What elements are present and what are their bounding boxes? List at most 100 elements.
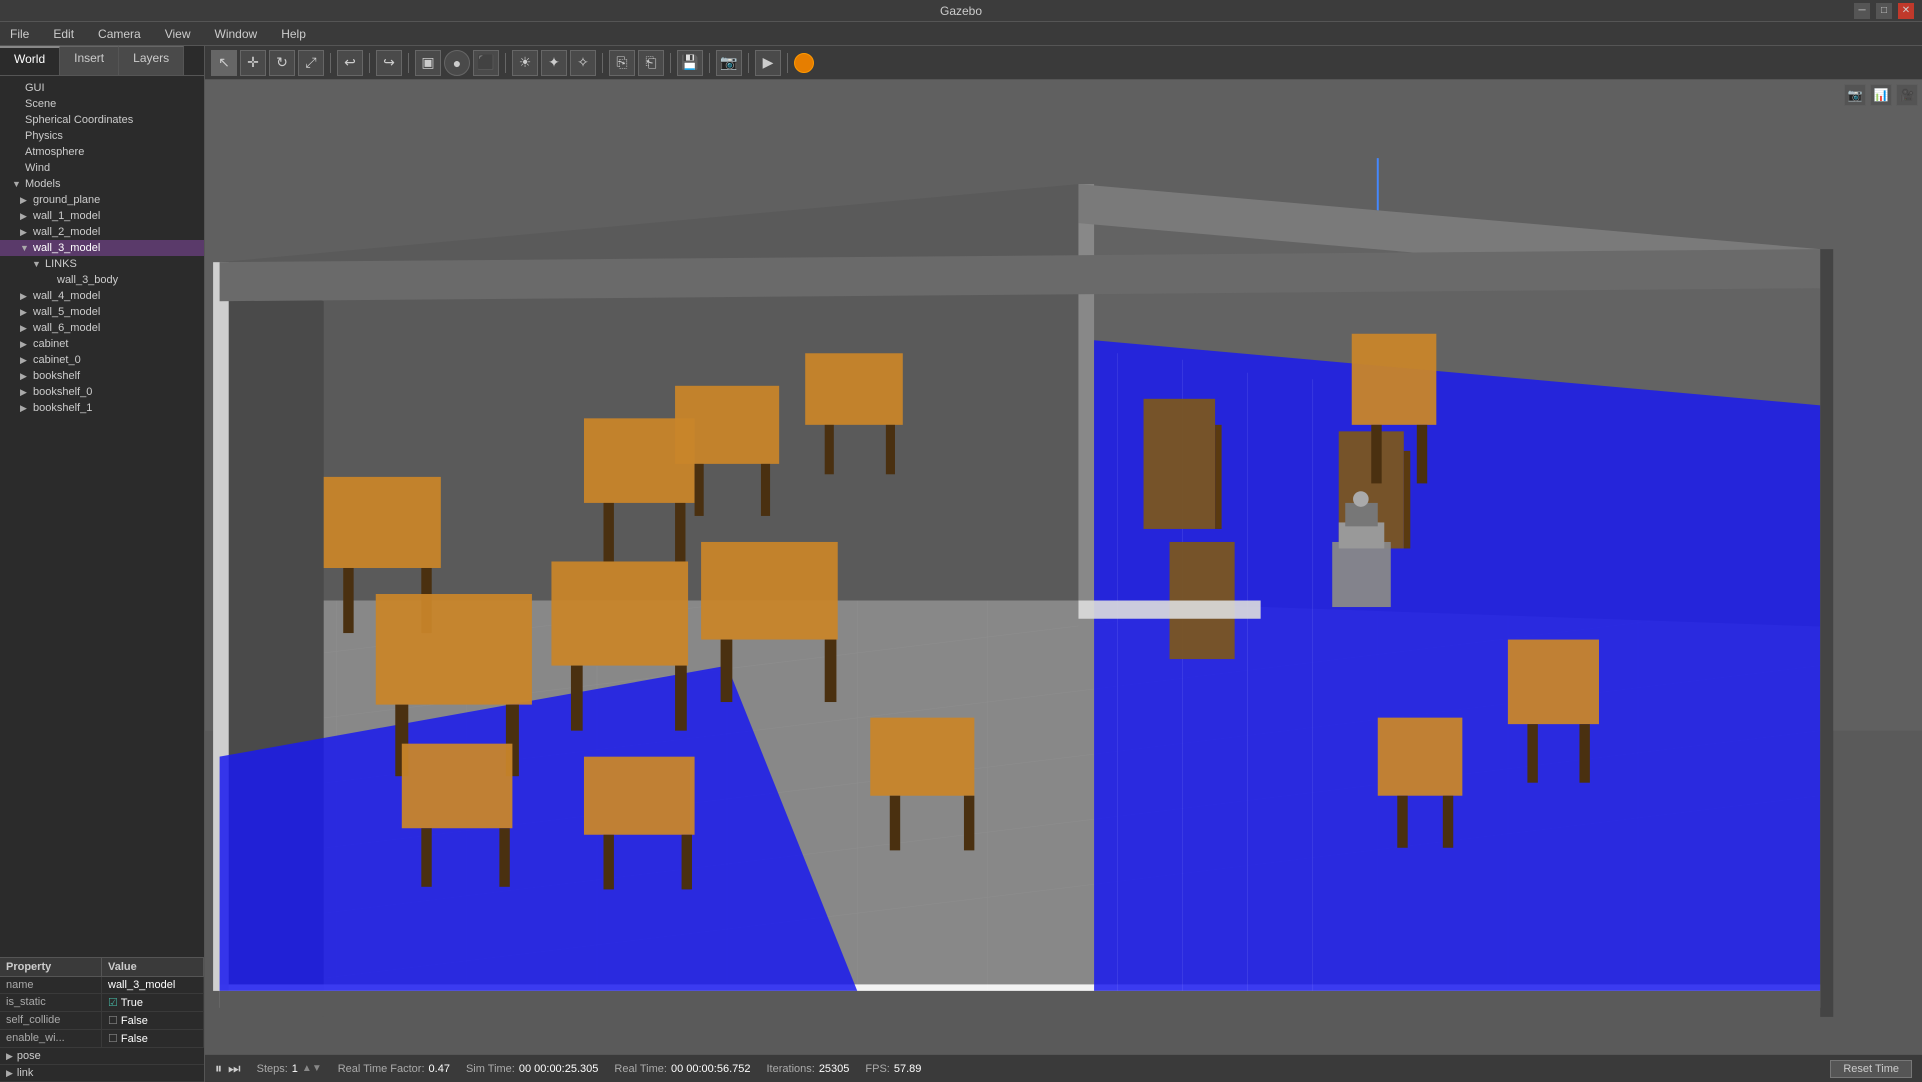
prop-key-name: name [0, 977, 102, 993]
props-row-name[interactable]: name wall_3_model [0, 977, 204, 994]
tree-item-spherical-coords[interactable]: Spherical Coordinates [0, 112, 204, 128]
step-forward-button[interactable]: ⏭ [228, 1060, 241, 1077]
rotate-tool-button[interactable]: ↻ [269, 50, 295, 76]
camera-vp-icon[interactable]: 🎥 [1896, 84, 1918, 106]
tree-item-bookshelf[interactable]: ▶bookshelf [0, 368, 204, 384]
fps-display: FPS: 57.89 [865, 1063, 921, 1075]
tree-item-links[interactable]: ▼LINKS [0, 256, 204, 272]
save-world-button[interactable]: 💾 [677, 50, 703, 76]
tab-layers[interactable]: Layers [119, 46, 184, 75]
scale-tool-button[interactable]: ⤢ [298, 50, 324, 76]
undo-button[interactable]: ↩ [337, 50, 363, 76]
tree-item-bookshelf-1[interactable]: ▶bookshelf_1 [0, 400, 204, 416]
dir-light-button[interactable]: ✧ [570, 50, 596, 76]
props-col-value: Value [102, 958, 204, 976]
copy-button[interactable]: ⎘ [609, 50, 635, 76]
sep1 [330, 53, 331, 73]
paste-button[interactable]: ⎗ [638, 50, 664, 76]
props-row-pose[interactable]: ▶ pose [0, 1048, 204, 1065]
arrow-wall-4: ▶ [20, 291, 30, 302]
tree-item-gui[interactable]: GUI [0, 80, 204, 96]
arrow-bookshelf-0: ▶ [20, 387, 30, 398]
screenshot-button[interactable]: 📷 [716, 50, 742, 76]
tree-item-wall-4-model[interactable]: ▶wall_4_model [0, 288, 204, 304]
tree-item-ground-plane[interactable]: ▶ground_plane [0, 192, 204, 208]
play-controls: ⏸ ⏭ [215, 1060, 241, 1077]
tree-item-wall-6-model[interactable]: ▶wall_6_model [0, 320, 204, 336]
tab-insert[interactable]: Insert [60, 46, 119, 75]
sep3 [408, 53, 409, 73]
restore-button[interactable]: □ [1876, 3, 1892, 19]
arrow-bookshelf-1: ▶ [20, 403, 30, 414]
properties-panel: Property Value name wall_3_model is_stat… [0, 957, 204, 1082]
arrow-wall-5: ▶ [20, 307, 30, 318]
tree-item-cabinet-0[interactable]: ▶cabinet_0 [0, 352, 204, 368]
props-row-self-collide[interactable]: self_collide ☐ False [0, 1012, 204, 1030]
sphere-button[interactable]: ● [444, 50, 470, 76]
window-title: Gazebo [940, 4, 982, 18]
redo-button[interactable]: ↪ [376, 50, 402, 76]
tree-item-cabinet[interactable]: ▶cabinet [0, 336, 204, 352]
minimize-button[interactable]: ─ [1854, 3, 1870, 19]
record-button[interactable]: ▶ [755, 50, 781, 76]
iterations-label: Iterations: [767, 1063, 815, 1075]
simtime-display: Sim Time: 00 00:00:25.305 [466, 1063, 598, 1075]
menu-window[interactable]: Window [209, 25, 264, 43]
menu-edit[interactable]: Edit [47, 25, 80, 43]
tree-item-wind[interactable]: Wind [0, 160, 204, 176]
box-button[interactable]: ▣ [415, 50, 441, 76]
spot-light-button[interactable]: ✦ [541, 50, 567, 76]
world-tree: GUI Scene Spherical Coordinates Physics … [0, 76, 204, 957]
arrow-wall-2: ▶ [20, 227, 30, 238]
props-row-link[interactable]: ▶ link [0, 1065, 204, 1082]
prop-key-pose: pose [17, 1050, 41, 1062]
tree-item-physics[interactable]: Physics [0, 128, 204, 144]
cylinder-button[interactable]: ⬛ [473, 50, 499, 76]
scene-view [205, 80, 1922, 1082]
color-button[interactable] [794, 53, 814, 73]
arrow-wall-6: ▶ [20, 323, 30, 334]
tree-item-scene[interactable]: Scene [0, 96, 204, 112]
tree-item-wall-2-model[interactable]: ▶wall_2_model [0, 224, 204, 240]
arrow-bookshelf: ▶ [20, 371, 30, 382]
tree-item-wall-3-body[interactable]: wall_3_body [0, 272, 204, 288]
tree-item-atmosphere[interactable]: Atmosphere [0, 144, 204, 160]
close-button[interactable]: ✕ [1898, 3, 1914, 19]
sep5 [602, 53, 603, 73]
screenshot-vp-icon[interactable]: 📷 [1844, 84, 1866, 106]
pause-button[interactable]: ⏸ [215, 1060, 222, 1077]
menubar: File Edit Camera View Window Help [0, 22, 1922, 46]
realtime-value: 00 00:00:56.752 [671, 1063, 751, 1075]
chart-vp-icon[interactable]: 📊 [1870, 84, 1892, 106]
select-tool-button[interactable]: ↖ [211, 50, 237, 76]
tree-item-wall-3-model[interactable]: ▼wall_3_model [0, 240, 204, 256]
props-row-is-static[interactable]: is_static ☑ True [0, 994, 204, 1012]
props-row-enable-wind[interactable]: enable_wi... ☐ False [0, 1030, 204, 1048]
realtime-label: Real Time: [614, 1063, 667, 1075]
tree-item-wall-5-model[interactable]: ▶wall_5_model [0, 304, 204, 320]
tab-world[interactable]: World [0, 46, 60, 75]
rtf-display: Real Time Factor: 0.47 [338, 1063, 450, 1075]
prop-key-self-collide: self_collide [0, 1012, 102, 1029]
prop-val-self-collide: ☐ False [102, 1012, 204, 1029]
status-bar: ⏸ ⏭ Steps: 1 ▲▼ Real Time Factor: 0.47 S… [205, 1054, 1922, 1082]
prop-key-link: link [17, 1067, 34, 1079]
reset-time-button[interactable]: Reset Time [1830, 1060, 1912, 1078]
tree-item-models[interactable]: ▼Models [0, 176, 204, 192]
fps-value: 57.89 [894, 1063, 922, 1075]
tree-item-bookshelf-0[interactable]: ▶bookshelf_0 [0, 384, 204, 400]
rtf-label: Real Time Factor: [338, 1063, 425, 1075]
menu-help[interactable]: Help [275, 25, 312, 43]
point-light-button[interactable]: ☀ [512, 50, 538, 76]
tree-item-wall-1-model[interactable]: ▶wall_1_model [0, 208, 204, 224]
menu-camera[interactable]: Camera [92, 25, 147, 43]
translate-tool-button[interactable]: ✛ [240, 50, 266, 76]
viewport[interactable]: 📷 📊 🎥 [205, 80, 1922, 1082]
iterations-value: 25305 [819, 1063, 850, 1075]
menu-view[interactable]: View [159, 25, 197, 43]
prop-val-name: wall_3_model [102, 977, 204, 993]
arrow-cabinet: ▶ [20, 339, 30, 350]
toolbar: ↖ ✛ ↻ ⤢ ↩ ↪ ▣ ● ⬛ ☀ ✦ ✧ ⎘ ⎗ 💾 📷 ▶ [205, 46, 1922, 80]
menu-file[interactable]: File [4, 25, 35, 43]
titlebar: Gazebo ─ □ ✕ [0, 0, 1922, 22]
